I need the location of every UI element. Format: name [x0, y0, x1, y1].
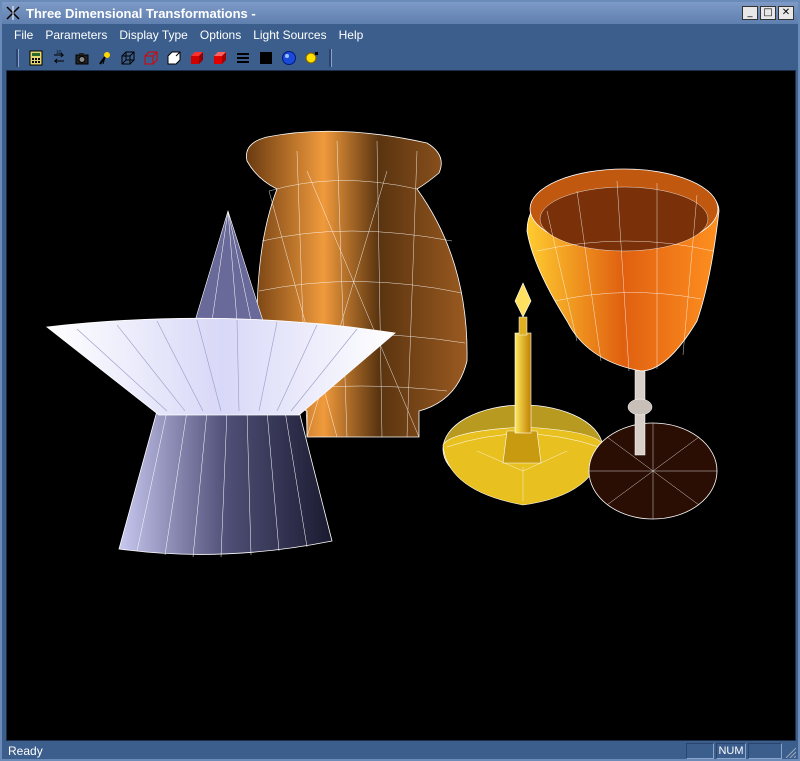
- light-source-button[interactable]: [95, 48, 115, 68]
- black-square-icon: [260, 52, 272, 64]
- flat-shaded-button[interactable]: [187, 48, 207, 68]
- app-window: Three Dimensional Transformations - _ □ …: [0, 0, 800, 761]
- status-pane-num: NUM: [716, 743, 746, 759]
- wireframe-cube-icon: [121, 51, 135, 65]
- status-text: Ready: [8, 744, 43, 758]
- status-pane-scroll: [748, 743, 782, 759]
- lines-icon: [237, 53, 249, 63]
- smooth-shaded-button[interactable]: [210, 48, 230, 68]
- lines-button[interactable]: [233, 48, 253, 68]
- rotate-axis-icon: 3D: [53, 50, 65, 64]
- smooth-shaded-cube-icon: [214, 52, 226, 64]
- menu-bar: File Parameters Display Type Options Lig…: [2, 24, 798, 46]
- menu-light-sources[interactable]: Light Sources: [247, 28, 332, 42]
- resize-grip-icon[interactable]: [784, 746, 796, 758]
- pedestal-dish-model: [45, 317, 396, 558]
- menu-parameters[interactable]: Parameters: [39, 28, 113, 42]
- light-source-icon: [99, 52, 110, 65]
- status-pane-caps: [686, 743, 714, 759]
- globe-button[interactable]: [279, 48, 299, 68]
- cone-model: [194, 209, 264, 322]
- light-bulb-button[interactable]: [302, 48, 322, 68]
- render-viewport[interactable]: [6, 70, 796, 741]
- maximize-button[interactable]: □: [760, 6, 776, 20]
- status-bar: Ready NUM: [2, 742, 798, 761]
- outline-cube-icon: [167, 51, 181, 65]
- menu-help[interactable]: Help: [333, 28, 370, 42]
- background-color-button[interactable]: [256, 48, 276, 68]
- toolbar: 3D: [2, 46, 798, 70]
- app-icon: [6, 6, 20, 20]
- toolbar-separator: [329, 49, 332, 67]
- title-bar[interactable]: Three Dimensional Transformations - _ □ …: [2, 2, 798, 24]
- calculator-button[interactable]: [26, 48, 46, 68]
- menu-options[interactable]: Options: [194, 28, 247, 42]
- wireframe-button[interactable]: [118, 48, 138, 68]
- rotate-axis-button[interactable]: 3D: [49, 48, 69, 68]
- flat-shaded-cube-icon: [191, 52, 203, 64]
- camera-icon: [75, 53, 89, 65]
- minimize-button[interactable]: _: [742, 6, 758, 20]
- hidden-line-button[interactable]: [141, 48, 161, 68]
- camera-button[interactable]: [72, 48, 92, 68]
- hidden-line-cube-icon: [144, 51, 158, 65]
- close-button[interactable]: ✕: [778, 6, 794, 20]
- svg-text:3D: 3D: [56, 50, 62, 55]
- globe-icon: [282, 51, 296, 65]
- outline-button[interactable]: [164, 48, 184, 68]
- scene-canvas: [45, 130, 720, 558]
- menu-file[interactable]: File: [8, 28, 39, 42]
- toolbar-separator: [16, 49, 19, 67]
- light-bulb-icon: [305, 52, 318, 64]
- window-title: Three Dimensional Transformations -: [26, 6, 256, 21]
- calculator-icon: [29, 50, 43, 66]
- menu-display-type[interactable]: Display Type: [113, 28, 193, 42]
